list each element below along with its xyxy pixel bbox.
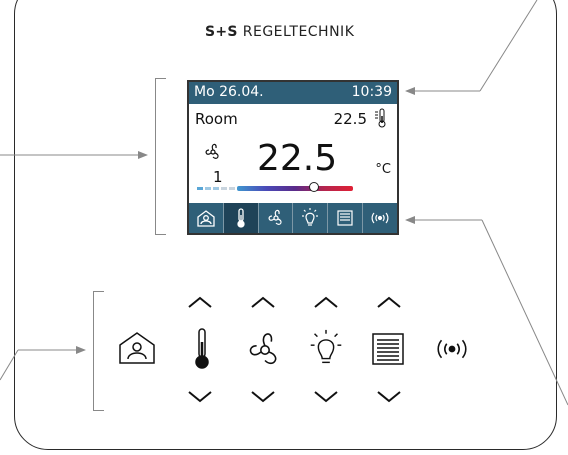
callout-tab-bar [481, 219, 568, 406]
callout-status-bar [479, 0, 538, 92]
callout-buttons [0, 349, 19, 381]
callout-lines [0, 0, 568, 406]
